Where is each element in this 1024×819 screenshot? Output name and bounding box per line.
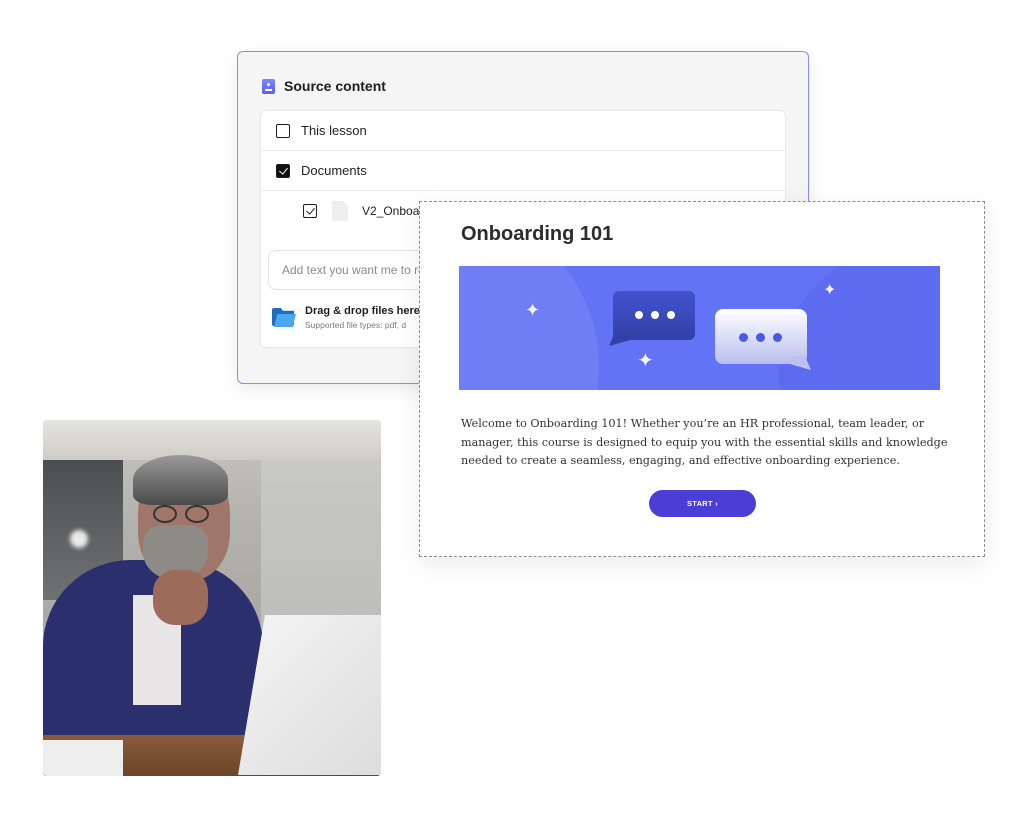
start-button[interactable]: START › (649, 490, 756, 517)
file-icon (332, 201, 348, 221)
source-header: Source content (262, 78, 386, 94)
checkbox-checked[interactable] (303, 204, 317, 218)
sparkle-icon: ✦ (637, 350, 654, 372)
file-dropzone[interactable]: Drag & drop files here Supported file ty… (272, 305, 420, 330)
sparkle-icon: ✦ (525, 300, 541, 320)
sparkle-icon: ✦ (823, 282, 837, 299)
chat-bubble-icon (715, 309, 811, 370)
option-documents[interactable]: Documents (261, 151, 785, 191)
book-icon (262, 78, 275, 94)
checkbox-unchecked[interactable] (276, 123, 290, 138)
course-description: Welcome to Onboarding 101! Whether you’r… (461, 417, 948, 467)
dropzone-subtitle: Supported file types: pdf, d (305, 320, 407, 330)
file-name: V2_Onboar (362, 204, 424, 218)
folder-icon (272, 308, 296, 327)
checkbox-checked[interactable] (276, 163, 290, 178)
person-photo (43, 420, 381, 776)
option-label: This lesson (301, 123, 367, 138)
course-title: Onboarding 101 (461, 223, 614, 245)
course-preview-card: Onboarding 101 ✦ ✦ ✦ Welcome to Onboardi… (419, 201, 985, 557)
option-label: Documents (301, 163, 367, 178)
source-title: Source content (284, 78, 386, 94)
option-this-lesson[interactable]: This lesson (261, 111, 785, 151)
course-banner: ✦ ✦ ✦ (459, 266, 940, 390)
chat-bubble-icon (609, 291, 695, 346)
dropzone-title: Drag & drop files here (305, 305, 420, 317)
